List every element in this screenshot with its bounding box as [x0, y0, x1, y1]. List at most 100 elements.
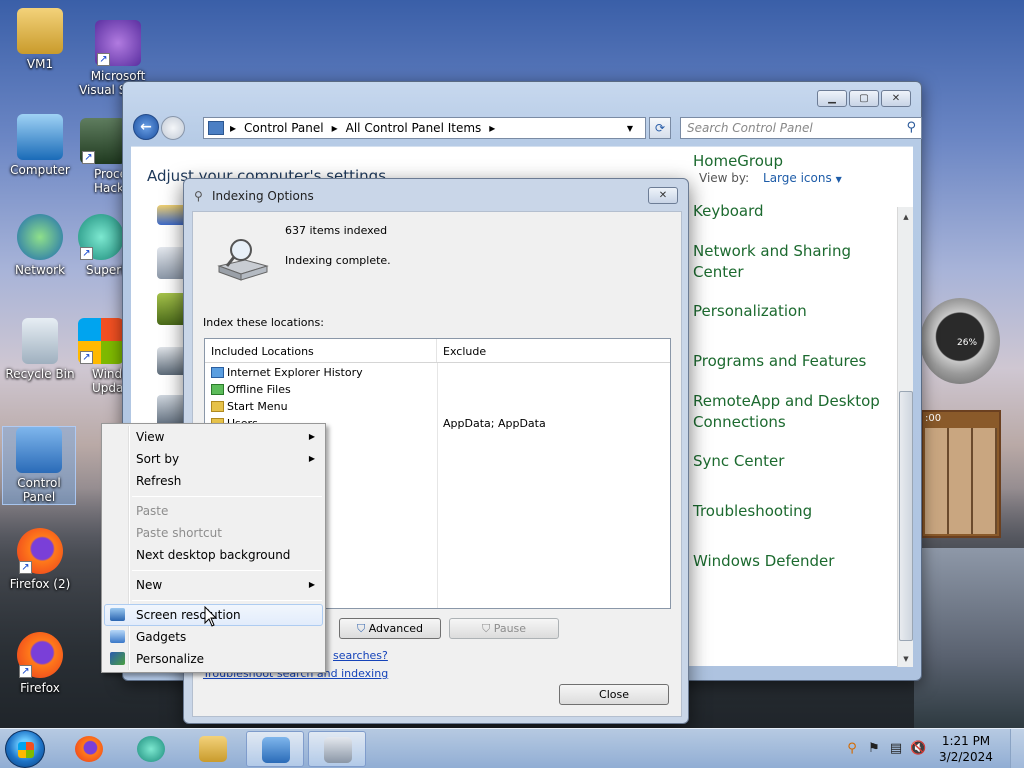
cp-item-troubleshooting[interactable]: Troubleshooting	[693, 501, 903, 522]
desktop-icon-firefox-2[interactable]: ↗ Firefox (2)	[0, 528, 80, 591]
location-name: Start Menu	[227, 400, 288, 413]
pause-button[interactable]: ⛉ Pause	[449, 618, 559, 639]
desktop-icon-superm[interactable]: ↗ SuperM...	[78, 214, 124, 277]
puzzle-grid[interactable]	[925, 428, 997, 534]
search-input[interactable]: Search Control Panel ⚲	[680, 117, 922, 139]
minimize-button[interactable]: ▁	[817, 90, 847, 107]
menu-item-personalize[interactable]: Personalize	[104, 648, 323, 670]
taskbar-indexing[interactable]	[308, 731, 366, 767]
taskbar-explorer[interactable]	[184, 731, 242, 767]
cp-item-windows-defender[interactable]: Windows Defender	[693, 551, 903, 572]
app-icon	[137, 736, 165, 762]
indexing-icon	[324, 737, 352, 763]
breadcrumb-all-items[interactable]: All Control Panel Items	[346, 121, 482, 135]
col-included[interactable]: Included Locations	[205, 339, 437, 362]
view-by-dropdown[interactable]: Large icons	[763, 171, 832, 185]
volume-muted-icon[interactable]: 🔇	[910, 741, 926, 757]
cp-item-sync-center[interactable]: Sync Center	[693, 451, 903, 472]
taskbar-app[interactable]	[122, 731, 180, 767]
col-exclude[interactable]: Exclude	[437, 339, 492, 362]
menu-separator	[132, 600, 322, 601]
desktop-icon-recycle-bin[interactable]: Recycle Bin	[0, 318, 80, 381]
flag-icon[interactable]: ⚑	[866, 741, 882, 757]
desktop-icon-vm1[interactable]: VM1	[0, 8, 80, 71]
desktop-icon-firefox[interactable]: ↗ Firefox	[0, 632, 80, 695]
shield-icon: ⛉	[481, 622, 491, 635]
search-icon[interactable]: ⚲	[906, 120, 916, 135]
dialog-close-icon[interactable]: ✕	[648, 187, 678, 204]
menu-item-new[interactable]: New ▶	[104, 574, 323, 596]
shortcut-arrow-icon: ↗	[80, 247, 93, 260]
list-item[interactable]: Start Menu	[211, 400, 288, 413]
address-bar[interactable]: ▸ Control Panel ▸ All Control Panel Item…	[203, 117, 646, 139]
close-button[interactable]: ✕	[881, 90, 911, 107]
desktop-icon-label: Computer	[10, 163, 70, 177]
network-icon	[17, 214, 63, 260]
forward-button[interactable]	[161, 116, 185, 140]
desktop-context-menu[interactable]: View ▶ Sort by ▶ Refresh Paste Paste short…	[101, 423, 326, 673]
shortcut-arrow-icon: ↗	[80, 351, 93, 364]
indexing-status: Indexing complete.	[285, 254, 391, 267]
list-item[interactable]: Offline Files	[211, 383, 291, 396]
menu-item-view[interactable]: View ▶	[104, 426, 323, 448]
desktop-icon-process-hacker[interactable]: ↗ Process Hacker	[78, 118, 128, 195]
chevron-down-icon[interactable]: ▼	[836, 175, 842, 184]
menu-item-paste-shortcut[interactable]: Paste shortcut	[104, 522, 323, 544]
breadcrumb-control-panel[interactable]: Control Panel	[244, 121, 324, 135]
taskbar: ⚲ ⚑ ▤ 🔇 1:21 PM 3/2/2024	[0, 728, 1024, 768]
cpu-percent: 26%	[957, 338, 978, 348]
menu-label: View	[136, 430, 165, 444]
process-hacker-icon: ↗	[80, 118, 126, 164]
refresh-button[interactable]: ⟳	[649, 117, 671, 139]
windows-update-icon: ↗	[78, 318, 124, 364]
menu-item-gadgets[interactable]: Gadgets	[104, 626, 323, 648]
control-panel-icon	[262, 737, 290, 763]
cp-item-personalization[interactable]: Personalization	[693, 301, 903, 322]
scroll-up-icon[interactable]: ▲	[898, 213, 914, 221]
monitor-icon	[110, 608, 125, 621]
clock[interactable]: 1:21 PM 3/2/2024	[936, 733, 996, 765]
menu-item-paste[interactable]: Paste	[104, 500, 323, 522]
desktop-icon-label: Firefox	[20, 681, 60, 695]
firefox-icon: ↗	[17, 632, 63, 678]
cp-item-keyboard[interactable]: Keyboard	[693, 201, 903, 222]
location-name: Internet Explorer History	[227, 366, 363, 379]
menu-label: Refresh	[136, 474, 182, 488]
desktop-icon-label: Recycle Bin	[5, 367, 75, 381]
cpu-meter-gadget[interactable]: 26%	[920, 298, 1000, 384]
show-desktop-button[interactable]	[1010, 729, 1024, 768]
cp-item-remoteapp[interactable]: RemoteApp and Desktop Connections	[693, 391, 903, 433]
chevron-down-icon[interactable]: ▼	[627, 124, 633, 133]
shortcut-arrow-icon: ↗	[19, 561, 32, 574]
desktop-icon-windows-update[interactable]: ↗ Windows Update	[78, 318, 124, 395]
desktop-icon-computer[interactable]: Computer	[0, 114, 80, 177]
shortcut-arrow-icon: ↗	[19, 665, 32, 678]
taskbar-firefox[interactable]	[60, 731, 118, 767]
menu-label: Sort by	[136, 452, 180, 466]
menu-item-next-background[interactable]: Next desktop background	[104, 544, 323, 566]
desktop-icon-network[interactable]: Network	[0, 214, 80, 277]
search-icon[interactable]: ⚲	[844, 741, 860, 757]
menu-item-sort-by[interactable]: Sort by ▶	[104, 448, 323, 470]
menu-label: Personalize	[136, 652, 205, 666]
cp-item-network-sharing[interactable]: Network and Sharing Center	[693, 241, 903, 283]
start-button[interactable]	[5, 730, 45, 768]
desktop-icon-control-panel[interactable]: Control Panel	[2, 426, 76, 505]
cp-item-programs-features[interactable]: Programs and Features	[693, 351, 903, 372]
dialog-close-button[interactable]: Close	[559, 684, 669, 705]
taskbar-control-panel[interactable]	[246, 731, 304, 767]
advanced-button[interactable]: ⛉ Advanced	[339, 618, 441, 639]
menu-separator	[132, 496, 322, 497]
list-item[interactable]: Internet Explorer History	[211, 366, 363, 379]
menu-item-refresh[interactable]: Refresh	[104, 470, 323, 492]
back-button[interactable]: ←	[133, 114, 159, 140]
maximize-button[interactable]: ▢	[849, 90, 879, 107]
vertical-scrollbar[interactable]: ▲ ▼	[897, 207, 913, 667]
network-tray-icon[interactable]: ▤	[888, 741, 904, 757]
picture-puzzle-gadget[interactable]: :00	[921, 410, 1001, 538]
scroll-down-icon[interactable]: ▼	[898, 655, 914, 663]
scrollbar-thumb[interactable]	[899, 391, 913, 641]
cp-item-homegroup[interactable]: HomeGroup	[693, 151, 903, 172]
personalize-icon	[110, 652, 125, 665]
searches-link[interactable]: searches?	[333, 649, 388, 662]
